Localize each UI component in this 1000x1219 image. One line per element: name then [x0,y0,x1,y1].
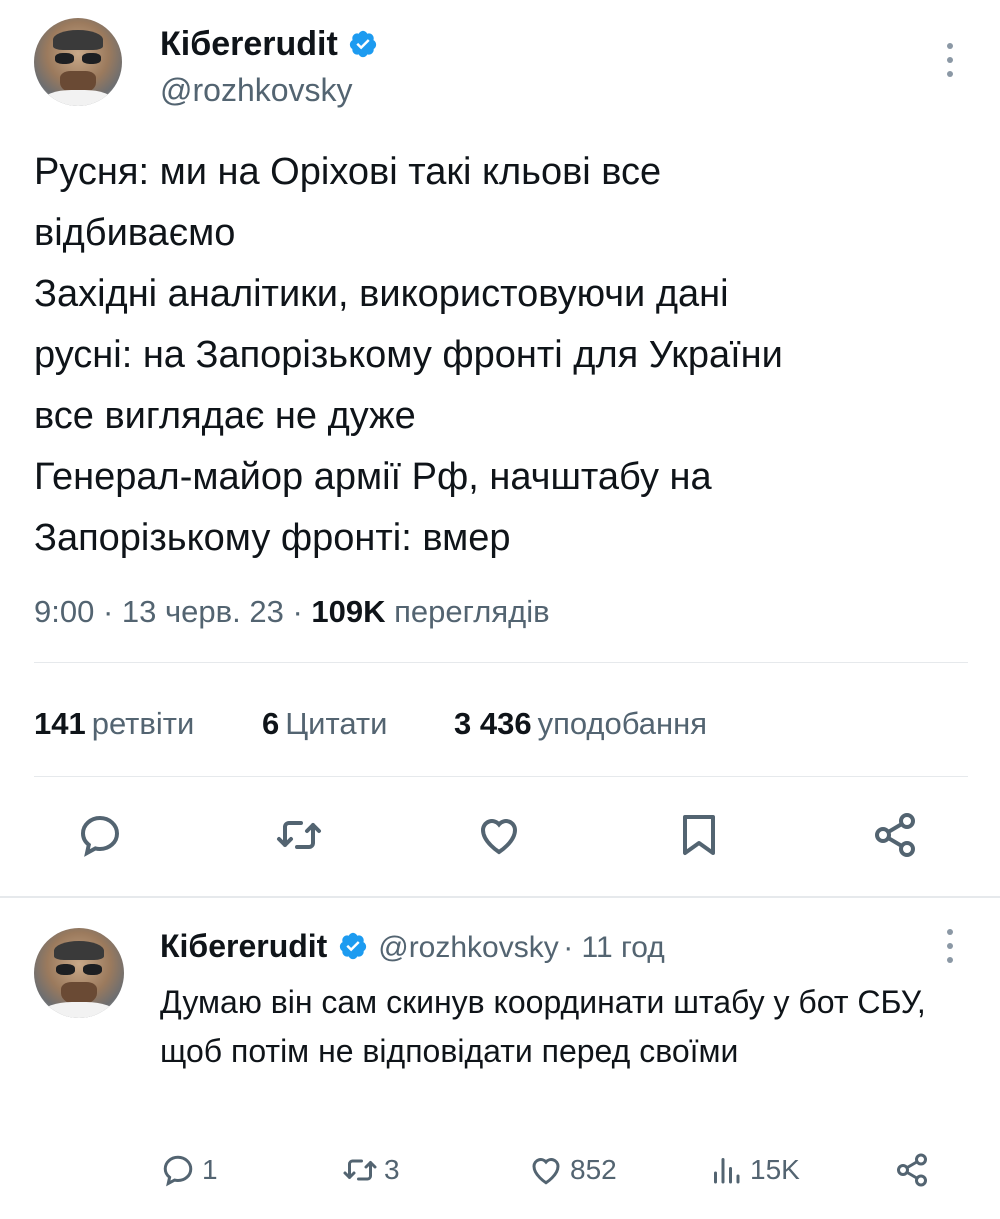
share-icon [897,1153,927,1187]
tweet-time[interactable]: 9:00 [34,594,94,629]
reply-author-name[interactable]: Кібererudit [160,928,327,964]
divider [34,662,968,663]
author-name[interactable]: Кібererudit [160,25,338,63]
quotes-stat[interactable]: 6 Цитати [262,704,387,744]
quotes-label: Цитати [285,706,388,741]
reply-retweets-count: 3 [384,1154,400,1185]
reply-reply-button[interactable]: 1 [160,1152,218,1188]
reply-icon [80,815,120,857]
retweets-count: 141 [34,706,86,741]
bookmark-icon [683,815,715,855]
reply-retweet-button[interactable]: 3 [342,1152,400,1188]
reply-replies-count: 1 [202,1154,218,1185]
share-icon [875,813,915,857]
more-options-icon[interactable] [940,40,960,80]
author-avatar[interactable] [34,18,122,106]
likes-count: 3 436 [454,706,532,741]
reply-like-button[interactable]: 852 [528,1152,617,1188]
retweet-icon [277,821,321,849]
reply-share-button[interactable] [894,1152,936,1188]
share-button[interactable] [866,806,924,864]
likes-label: уподобання [537,706,708,741]
tweet-text: Русня: ми на Оріхові такі кльові все від… [34,151,783,559]
reply-age[interactable]: 11 год [582,931,665,964]
author-name-row[interactable]: Кібererudit [160,24,378,64]
likes-stat[interactable]: 3 436 уподобання [454,704,707,744]
reply-views-count: 15K [750,1154,800,1185]
tweet-date[interactable]: 13 черв. 23 [122,594,284,629]
bookmark-button[interactable] [670,806,728,864]
reply-likes-count: 852 [570,1154,617,1185]
divider [34,776,968,777]
like-icon [532,1158,560,1185]
reply-author-avatar[interactable] [34,928,124,1018]
retweets-stat[interactable]: 141 ретвіти [34,704,194,744]
verified-badge-icon [339,932,366,960]
verified-badge-icon [350,30,377,58]
more-options-icon[interactable] [940,926,960,966]
views-label: переглядів [394,594,550,629]
reply-views-button[interactable]: 15K [708,1152,800,1188]
like-button[interactable] [470,806,528,864]
tweet-meta: 9:00 · 13 черв. 23 · 109K переглядів [34,594,550,629]
retweets-label: ретвіти [91,706,195,741]
reply-header: Кібererudit @rozhkovsky · 11 год [160,928,665,964]
reply-button[interactable] [71,806,129,864]
retweet-button[interactable] [270,806,328,864]
reply-text: Думаю він сам скинув координати штабу у … [160,984,926,1069]
like-icon [480,819,518,855]
author-handle[interactable]: @rozhkovsky [160,70,353,110]
section-divider [0,896,1000,898]
views-icon [714,1158,740,1184]
reply-author-handle[interactable]: @rozhkovsky [378,931,559,964]
views-count: 109K [311,594,386,629]
quotes-count: 6 [262,706,280,741]
reply-icon [163,1155,193,1187]
retweet-icon [343,1159,377,1181]
